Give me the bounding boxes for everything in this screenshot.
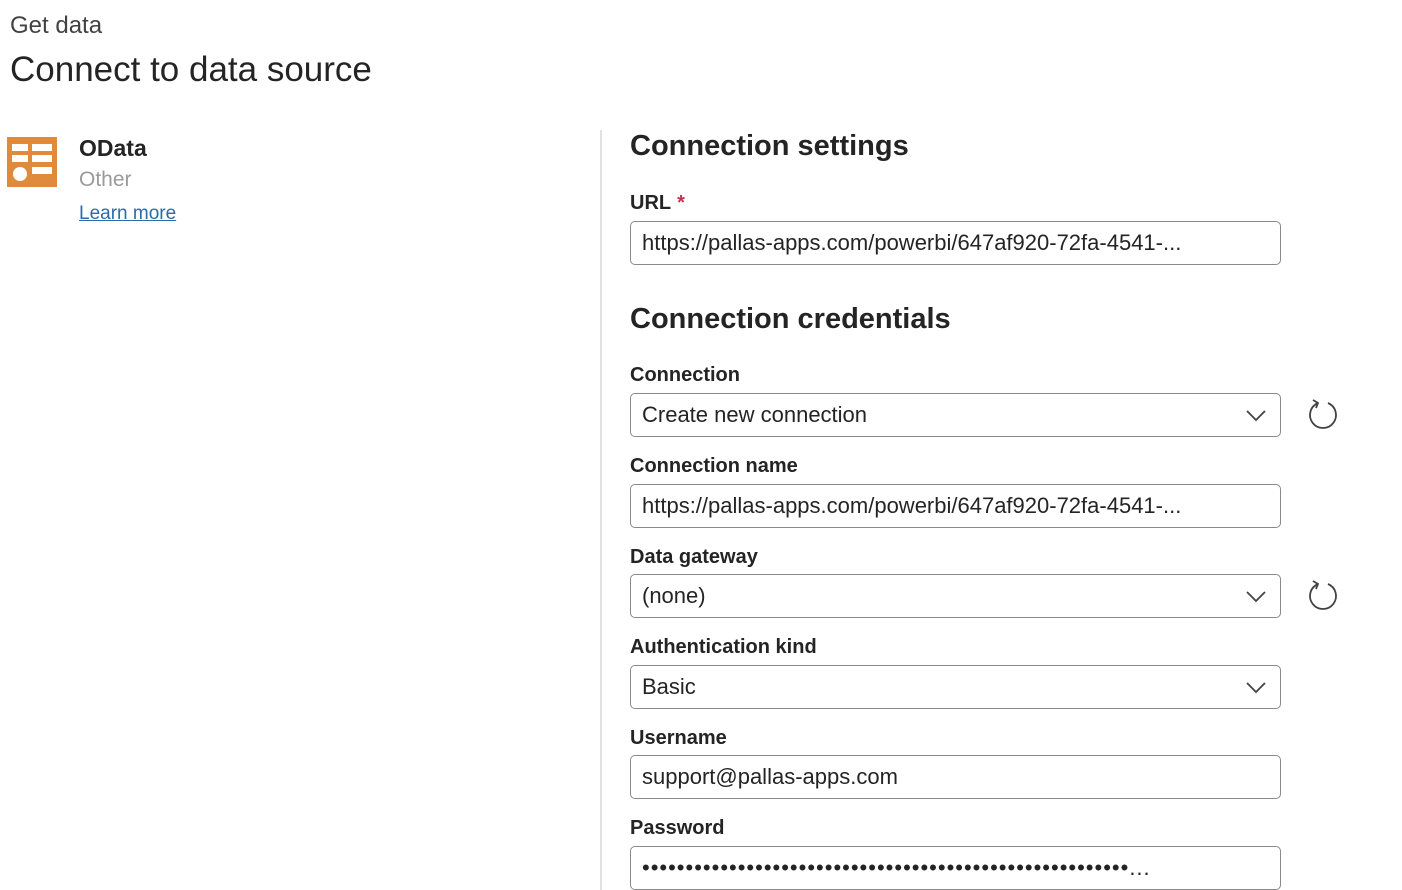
username-label: Username [630, 727, 727, 749]
connection-name-value: https://pallas-apps.com/powerbi/647af920… [642, 493, 1182, 518]
panel-divider [600, 130, 602, 890]
connection-name-input[interactable]: https://pallas-apps.com/powerbi/647af920… [630, 484, 1281, 528]
chevron-down-icon [1246, 591, 1266, 603]
password-label: Password [630, 817, 725, 839]
refresh-connection-icon[interactable] [1305, 396, 1341, 432]
connector-category: Other [79, 168, 132, 191]
odata-table-icon [7, 137, 57, 187]
learn-more-link[interactable]: Learn more [79, 203, 176, 225]
chevron-down-icon [1246, 410, 1266, 422]
url-label-text: URL [630, 192, 672, 214]
gateway-dropdown[interactable]: (none) [630, 574, 1281, 618]
connection-settings-heading: Connection settings [630, 130, 909, 162]
password-input[interactable]: ••••••••••••••••••••••••••••••••••••••••… [630, 846, 1281, 890]
refresh-gateway-icon[interactable] [1305, 577, 1341, 613]
url-label: URL * [630, 192, 685, 215]
auth-kind-label: Authentication kind [630, 636, 817, 658]
auth-kind-dropdown[interactable]: Basic [630, 665, 1281, 709]
gateway-label: Data gateway [630, 546, 758, 568]
breadcrumb[interactable]: Get data [10, 12, 102, 40]
url-input-value: https://pallas-apps.com/powerbi/647af920… [642, 230, 1182, 255]
password-value: ••••••••••••••••••••••••••••••••••••••••… [642, 855, 1151, 880]
auth-kind-value: Basic [642, 674, 696, 699]
username-value: support@pallas-apps.com [642, 764, 898, 789]
chevron-down-icon [1246, 682, 1266, 694]
required-marker: * [677, 192, 685, 214]
connection-dropdown-value: Create new connection [642, 402, 868, 427]
connection-dropdown[interactable]: Create new connection [630, 393, 1281, 437]
gateway-dropdown-value: (none) [642, 583, 706, 608]
connect-data-source-page: Get data Connect to data source OData Ot… [0, 0, 1402, 890]
connection-credentials-heading: Connection credentials [630, 303, 951, 335]
url-input[interactable]: https://pallas-apps.com/powerbi/647af920… [630, 221, 1281, 265]
connection-label: Connection [630, 364, 740, 386]
connector-name: OData [79, 135, 147, 161]
connection-name-label: Connection name [630, 455, 798, 477]
username-input[interactable]: support@pallas-apps.com [630, 755, 1281, 799]
page-title: Connect to data source [10, 50, 372, 89]
